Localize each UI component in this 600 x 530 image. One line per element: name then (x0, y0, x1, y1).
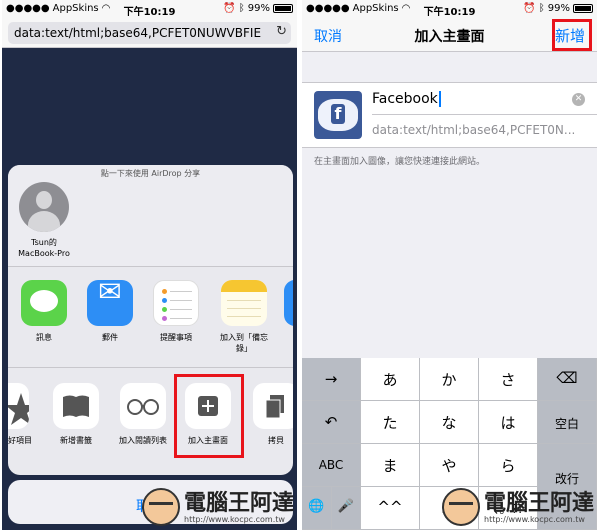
alarm-icon: ⏰ (223, 3, 236, 14)
airdrop-hint: 點一下來使用 AirDrop 分享 (100, 169, 201, 178)
status-bar: ●●●●● AppSkins ◠ 下午10:19 ⏰ ᛒ 99% (2, 0, 297, 18)
share-app-mail[interactable]: 郵件 (82, 280, 138, 343)
airdrop-device-name: Tsun的 MacBook-Pro (18, 238, 70, 258)
left-screen: ●●●●● AppSkins ◠ 下午10:19 ⏰ ᛒ 99% data:te… (2, 0, 297, 530)
battery-percent: 99% (547, 3, 570, 14)
star-icon (8, 383, 29, 429)
hint-text: 在主畫面加入圖像，讓您快速連接此網站。 (314, 157, 486, 167)
share-app-row: 訊息 郵件 提醒事項 加入到「備忘 錄」 (8, 268, 293, 368)
url-bar: data:text/html;base64,PCFET0NUWVBFIE ↻ (2, 18, 297, 48)
highlight-box (174, 374, 244, 458)
share-sheet: 點一下來使用 AirDrop 分享 Tsun的 MacBook-Pro 訊息 郵… (8, 165, 293, 475)
space-key[interactable]: 空白 (538, 401, 597, 444)
reload-icon[interactable]: ↻ (276, 24, 287, 39)
key-na[interactable]: な (420, 401, 479, 444)
bluetooth-icon: ᛒ (538, 3, 545, 14)
key-ma[interactable]: ま (361, 444, 420, 487)
airdrop-section: 點一下來使用 AirDrop 分享 Tsun的 MacBook-Pro (8, 165, 293, 267)
battery-icon (573, 4, 593, 13)
status-bar: ●●●●● AppSkins ◠ 下午10:19 ⏰ ᛒ 99% (302, 0, 597, 18)
copy-icon (253, 383, 293, 429)
add-home-form: f Facebook ✕ data:text/html;base64,PCFET… (302, 82, 597, 148)
key-ha[interactable]: は (479, 401, 538, 444)
microphone-icon[interactable]: 🎤 (332, 487, 361, 530)
key-arrow[interactable]: → (302, 358, 361, 401)
notes-icon (221, 280, 267, 326)
globe-icon[interactable]: 🌐 (302, 487, 332, 530)
delete-key[interactable]: ⌫ (538, 358, 597, 401)
share-app-reminders[interactable]: 提醒事項 (148, 280, 204, 343)
watermark: 電腦王阿達 http://www.kocpc.com.tw (442, 488, 594, 526)
watermark-logo-icon (142, 488, 180, 526)
facebook-icon: f (314, 91, 362, 139)
app-icon (284, 280, 293, 326)
person-head-icon (36, 191, 52, 209)
key-ta[interactable]: た (361, 401, 420, 444)
airdrop-avatar[interactable] (19, 182, 69, 232)
key-a[interactable]: あ (361, 358, 420, 401)
clear-icon[interactable]: ✕ (572, 93, 585, 106)
watermark-logo-icon (442, 488, 480, 526)
person-body-icon (28, 211, 60, 232)
text-caret (438, 91, 441, 107)
book-icon (53, 383, 99, 429)
action-favorites[interactable]: 好項目 (8, 383, 34, 446)
address-field[interactable]: data:text/html;base64,PCFET0NUWVBFIE ↻ (8, 22, 291, 44)
key-ka[interactable]: か (420, 358, 479, 401)
action-reading-list[interactable]: 加入閱讀列表 (111, 383, 175, 446)
battery-percent: 99% (247, 3, 270, 14)
url-value: data:text/html;base64,PCFET0N... (372, 123, 576, 137)
share-app-notes[interactable]: 加入到「備忘 錄」 (214, 280, 274, 354)
bluetooth-icon: ᛒ (238, 3, 245, 14)
alarm-icon: ⏰ (523, 3, 536, 14)
mail-icon (87, 280, 133, 326)
key-emoticon[interactable]: ^^ (361, 487, 420, 530)
key-undo[interactable]: ↶ (302, 401, 361, 444)
share-app-partial[interactable] (284, 280, 293, 326)
title-value: Facebook (372, 91, 438, 107)
right-screen: ●●●●● AppSkins ◠ 下午10:19 ⏰ ᛒ 99% 取消 加入主畫… (302, 0, 597, 530)
key-sa[interactable]: さ (479, 358, 538, 401)
share-app-messages[interactable]: 訊息 (16, 280, 72, 343)
battery-icon (273, 4, 293, 13)
key-ya[interactable]: や (420, 444, 479, 487)
highlight-box (552, 19, 592, 51)
action-add-bookmark[interactable]: 新增書籤 (48, 383, 104, 446)
glasses-icon (120, 383, 166, 429)
title-field[interactable]: Facebook ✕ (372, 87, 597, 115)
key-ra[interactable]: ら (479, 444, 538, 487)
share-action-row: 好項目 新增書籤 加入閱讀列表 加入主畫面 拷貝 (8, 369, 293, 475)
url-text: data:text/html;base64,PCFET0NUWVBFIE (14, 26, 262, 40)
action-copy[interactable]: 拷貝 (248, 383, 293, 446)
watermark: 電腦王阿達 http://www.kocpc.com.tw (142, 488, 294, 526)
reminders-icon (153, 280, 199, 326)
key-abc[interactable]: ABC (302, 444, 361, 487)
messages-icon (21, 280, 67, 326)
